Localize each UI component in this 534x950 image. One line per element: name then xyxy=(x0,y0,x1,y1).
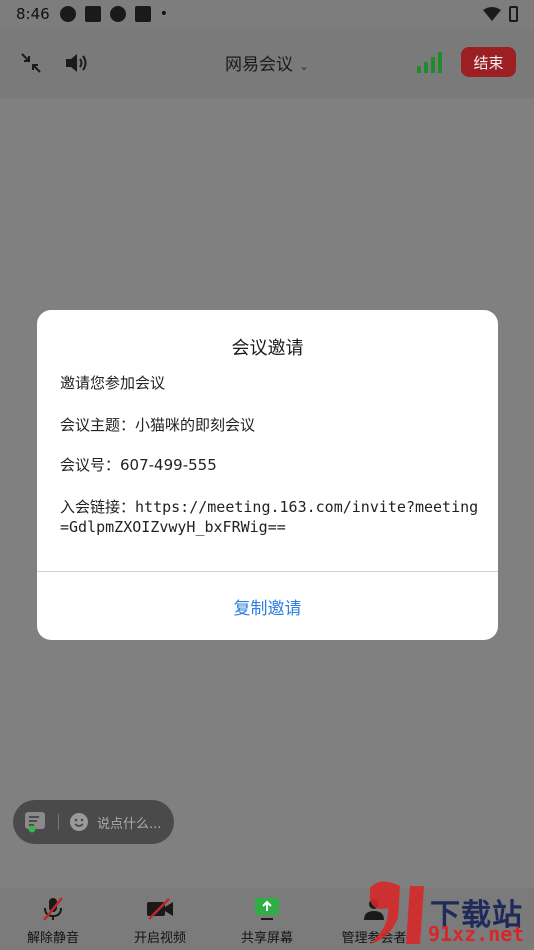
topic-value: 小猫咪的即刻会议 xyxy=(135,416,256,434)
topic-row: 会议主题：小猫咪的即刻会议 xyxy=(60,415,255,435)
watermark-url: 91xz.net xyxy=(428,922,525,946)
unmute-label: 解除静音 xyxy=(26,931,79,946)
end-meeting-button[interactable]: 结束 xyxy=(461,47,516,77)
dialog-title: 会议邀请 xyxy=(231,338,304,359)
meeting-number-row: 会议号：607-499-555 xyxy=(60,455,217,475)
notification-icon xyxy=(59,6,76,22)
more-notifications-dot: • xyxy=(159,6,168,22)
chevron-down-icon: ⌄ xyxy=(298,59,310,73)
chat-list-icon[interactable] xyxy=(24,811,48,833)
video-off-icon xyxy=(146,896,174,922)
chat-input-bar[interactable]: 说点什么... xyxy=(13,800,174,844)
app-notification-icon xyxy=(84,6,101,22)
status-time: 8:46 xyxy=(16,5,50,23)
meeting-toolbar: 网易会议 ⌄ 结束 xyxy=(0,28,534,98)
share-screen-button[interactable]: 共享屏幕 xyxy=(217,888,317,950)
share-screen-icon xyxy=(253,896,281,922)
network-signal-icon xyxy=(417,52,442,73)
emoji-icon[interactable] xyxy=(69,812,89,832)
battery-icon xyxy=(509,6,518,22)
copy-invite-button[interactable]: 复制邀请 xyxy=(37,572,498,640)
chat-placeholder: 说点什么... xyxy=(97,816,162,832)
meeting-link-label: 入会链接： xyxy=(60,498,136,516)
notification-icon xyxy=(109,6,126,22)
chat-separator xyxy=(58,814,59,830)
unmute-button[interactable]: 解除静音 xyxy=(3,888,103,950)
invite-dialog: 会议邀请 邀请您参加会议 会议主题：小猫咪的即刻会议 会议号：607-499-5… xyxy=(37,310,498,640)
meeting-number-value: 607-499-555 xyxy=(120,456,217,474)
topic-label: 会议主题： xyxy=(60,416,136,434)
status-bar: 8:46 • xyxy=(0,0,534,28)
meeting-link-row: 入会链接：https://meeting.163.com/invite?meet… xyxy=(60,497,480,537)
start-video-label: 开启视频 xyxy=(133,931,186,946)
start-video-button[interactable]: 开启视频 xyxy=(110,888,210,950)
meeting-title-dropdown[interactable]: 网易会议 ⌄ xyxy=(0,50,534,75)
share-screen-label: 共享屏幕 xyxy=(240,931,293,946)
wifi-icon xyxy=(483,7,501,21)
mic-off-icon xyxy=(39,896,67,922)
app-notification-icon xyxy=(134,6,151,22)
meeting-number-label: 会议号： xyxy=(60,456,121,474)
invite-text: 邀请您参加会议 xyxy=(60,374,166,392)
meeting-title: 网易会议 xyxy=(224,55,293,75)
